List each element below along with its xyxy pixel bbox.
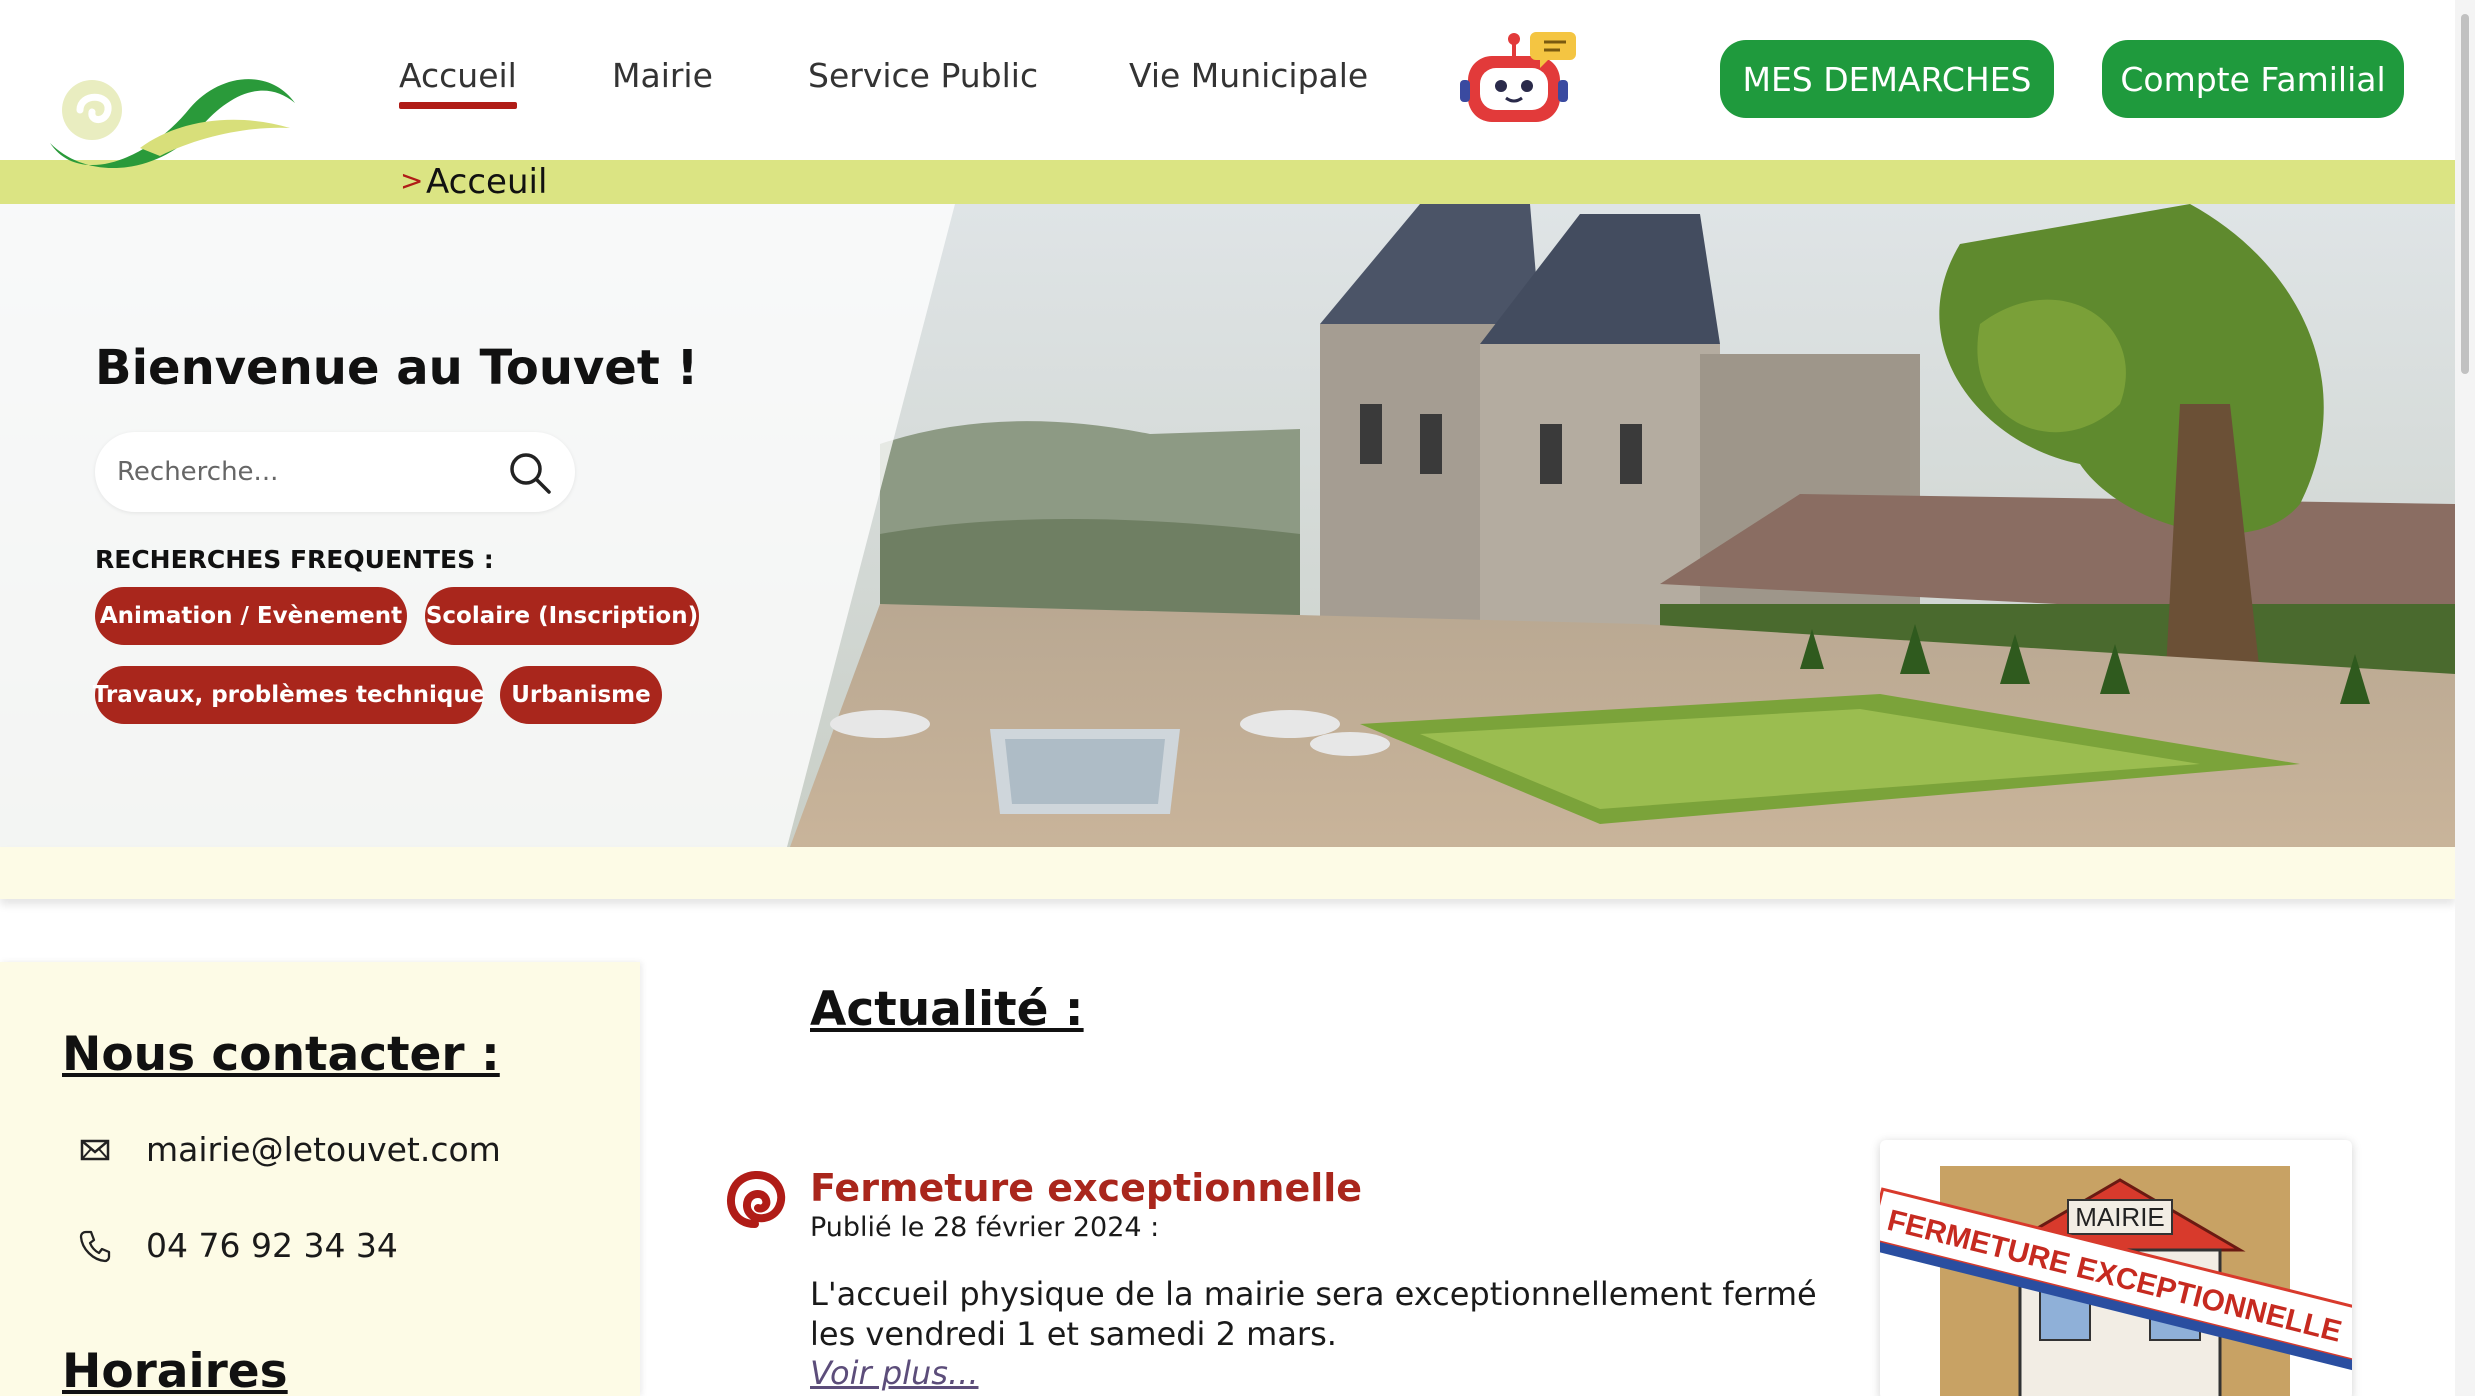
page-scrollbar[interactable]: [2455, 0, 2475, 1396]
tag-urbanisme[interactable]: Urbanisme: [500, 666, 662, 724]
tag-animation-evenement[interactable]: Animation / Evènement: [95, 587, 407, 645]
nav-mairie[interactable]: Mairie: [612, 56, 713, 95]
breadcrumb-separator: >: [400, 164, 424, 197]
news-body: L'accueil physique de la mairie sera exc…: [810, 1275, 1817, 1353]
contact-phone[interactable]: 04 76 92 34 34: [146, 1226, 398, 1265]
nav-vie-municipale[interactable]: Vie Municipale: [1129, 56, 1368, 95]
compte-familial-button[interactable]: Compte Familial: [2102, 40, 2404, 118]
town-logo[interactable]: [40, 48, 305, 178]
breadcrumb: > Acceuil: [0, 160, 2455, 204]
contact-email[interactable]: mairie@letouvet.com: [146, 1130, 501, 1169]
hero-bottom-band: [0, 847, 2455, 899]
breadcrumb-current[interactable]: Acceuil: [426, 162, 547, 202]
phone-icon: [79, 1230, 111, 1262]
news-image[interactable]: MAIRIE FERMETURE EXCEPTIONNELLE: [1880, 1140, 2352, 1396]
news-title[interactable]: Fermeture exceptionnelle: [810, 1166, 1362, 1210]
contact-phone-row[interactable]: 04 76 92 34 34: [78, 1226, 398, 1265]
news-heading: Actualité :: [810, 982, 1084, 1037]
mes-demarches-button[interactable]: MES DEMARCHES: [1720, 40, 2054, 118]
search-icon[interactable]: [507, 450, 553, 496]
mairie-sign-text: MAIRIE: [2075, 1202, 2165, 1232]
hours-title: Horaires: [62, 1344, 288, 1396]
nav-accueil[interactable]: Accueil: [399, 56, 517, 109]
site-header: Accueil Mairie Service Public Vie Munici…: [0, 0, 2455, 169]
hero-title: Bienvenue au Touvet !: [95, 340, 699, 396]
search-box: [95, 432, 575, 512]
nav-service-public[interactable]: Service Public: [808, 56, 1038, 95]
frequent-searches-label: RECHERCHES FREQUENTES :: [95, 545, 494, 574]
news-item: Fermeture exceptionnelle Publié le 28 fé…: [720, 1140, 2392, 1396]
hero-banner: Bienvenue au Touvet ! RECHERCHES FREQUEN…: [0, 204, 2455, 847]
contact-panel: Nous contacter : mairie@letouvet.com 04 …: [0, 962, 640, 1396]
news-date: Publié le 28 février 2024 :: [810, 1212, 1160, 1243]
spiral-logo-icon: [726, 1171, 786, 1228]
voir-plus-link[interactable]: Voir plus...: [810, 1354, 978, 1392]
contact-title: Nous contacter :: [62, 1027, 500, 1082]
tag-travaux[interactable]: Travaux, problèmes technique: [93, 666, 485, 724]
scrollbar-thumb[interactable]: [2461, 14, 2469, 374]
tag-scolaire-inscription[interactable]: Scolaire (Inscription): [425, 587, 699, 645]
contact-email-row[interactable]: mairie@letouvet.com: [78, 1130, 501, 1169]
envelope-icon: [80, 1139, 110, 1160]
chatbot-robot-icon[interactable]: [1460, 26, 1578, 126]
fermeture-illustration: MAIRIE FERMETURE EXCEPTIONNELLE: [1880, 1166, 2352, 1396]
search-input[interactable]: [117, 432, 497, 512]
